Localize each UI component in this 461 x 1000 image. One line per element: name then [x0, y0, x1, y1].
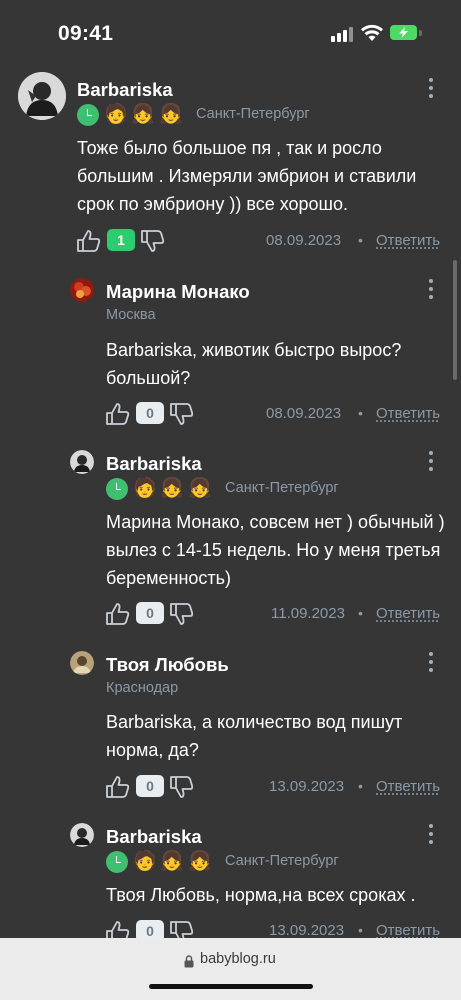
- author-city: Санкт-Петербург: [225, 480, 339, 496]
- avatar[interactable]: [70, 651, 94, 675]
- thumbs-down-icon[interactable]: [169, 402, 195, 426]
- more-options-icon[interactable]: [428, 824, 434, 846]
- avatar[interactable]: [70, 823, 94, 847]
- separator-dot: •: [358, 778, 363, 794]
- reply-link[interactable]: Ответить: [376, 605, 440, 622]
- author-name[interactable]: Твоя Любовь: [106, 654, 229, 676]
- author-city: Краснодар: [106, 680, 179, 696]
- thumbs-up-icon[interactable]: [105, 602, 131, 626]
- like-count: 0: [136, 775, 164, 797]
- author-name[interactable]: Barbariska: [106, 453, 202, 475]
- separator-dot: •: [358, 605, 363, 621]
- like-count: 1: [107, 229, 135, 251]
- like-count: 0: [136, 602, 164, 624]
- emoji-badge: 👧: [188, 478, 212, 499]
- author-city: Москва: [106, 307, 156, 323]
- reply-link[interactable]: Ответить: [376, 778, 440, 795]
- emoji-badge: 🧑: [133, 478, 157, 499]
- like-count: 0: [136, 402, 164, 424]
- scrollbar[interactable]: [453, 260, 457, 380]
- lock-icon: [184, 955, 194, 968]
- thumbs-up-icon[interactable]: [105, 402, 131, 426]
- reply-link[interactable]: Ответить: [376, 405, 440, 422]
- comment-text: Тоже было большое пя , так и росло больш…: [77, 138, 417, 214]
- comment-date: 08.09.2023: [266, 405, 342, 422]
- cellular-signal-icon: [331, 26, 353, 42]
- emoji-badge: 👧: [159, 104, 183, 125]
- avatar[interactable]: [18, 72, 66, 120]
- battery-icon: [390, 25, 417, 40]
- comment-text: Марина Монако, совсем нет ) обычный ) вы…: [106, 512, 445, 588]
- wifi-icon: [361, 24, 383, 41]
- author-city: Санкт-Петербург: [225, 853, 339, 869]
- thumbs-up-icon[interactable]: [76, 229, 102, 253]
- separator-dot: •: [358, 405, 363, 421]
- emoji-badge: 🧑: [133, 851, 157, 872]
- user-badges: 🧑 👧 👧: [106, 478, 216, 500]
- thumbs-down-icon[interactable]: [140, 229, 166, 253]
- more-options-icon[interactable]: [428, 451, 434, 473]
- status-bar: 09:41: [0, 0, 461, 62]
- status-time: 09:41: [58, 22, 114, 45]
- avatar[interactable]: [70, 278, 94, 302]
- user-badges: 🧑 👧 👧: [106, 851, 216, 873]
- emoji-badge: 🧑: [104, 104, 128, 125]
- thumbs-down-icon[interactable]: [169, 602, 195, 626]
- url-text[interactable]: babyblog.ru: [200, 951, 276, 967]
- comment-text: Barbariska, животик быстро вырос? большо…: [106, 340, 402, 388]
- comment-date: 11.09.2023: [271, 605, 345, 622]
- emoji-badge: 👧: [131, 104, 155, 125]
- separator-dot: •: [358, 232, 363, 248]
- comment-text: Barbariska, а количество вод пишут норма…: [106, 712, 403, 760]
- reply-link[interactable]: Ответить: [376, 232, 440, 249]
- user-badges: 🧑 👧 👧: [77, 104, 187, 126]
- emoji-badge: 👧: [160, 851, 184, 872]
- comment-date: 13.09.2023: [269, 778, 345, 795]
- author-name[interactable]: Barbariska: [77, 79, 173, 101]
- more-options-icon[interactable]: [428, 78, 434, 100]
- clock-badge-icon: [106, 478, 128, 500]
- clock-badge-icon: [106, 851, 128, 873]
- clock-badge-icon: [77, 104, 99, 126]
- comment-date: 08.09.2023: [266, 232, 342, 249]
- comment-date: 13.09.2023: [269, 922, 345, 939]
- home-indicator[interactable]: [149, 984, 313, 989]
- more-options-icon[interactable]: [428, 279, 434, 301]
- author-name[interactable]: Марина Монако: [106, 281, 250, 303]
- more-options-icon[interactable]: [428, 652, 434, 674]
- avatar[interactable]: [70, 450, 94, 474]
- author-name[interactable]: Barbariska: [106, 826, 202, 848]
- emoji-badge: 👧: [188, 851, 212, 872]
- comment-text: Твоя Любовь, норма,на всех сроках .: [106, 885, 416, 905]
- emoji-badge: 👧: [160, 478, 184, 499]
- separator-dot: •: [358, 922, 363, 938]
- thumbs-down-icon[interactable]: [169, 775, 195, 799]
- battery-tip: [419, 30, 422, 36]
- thumbs-up-icon[interactable]: [105, 775, 131, 799]
- reply-link[interactable]: Ответить: [376, 922, 440, 939]
- author-city: Санкт-Петербург: [196, 106, 310, 122]
- browser-url-bar[interactable]: [0, 938, 461, 1000]
